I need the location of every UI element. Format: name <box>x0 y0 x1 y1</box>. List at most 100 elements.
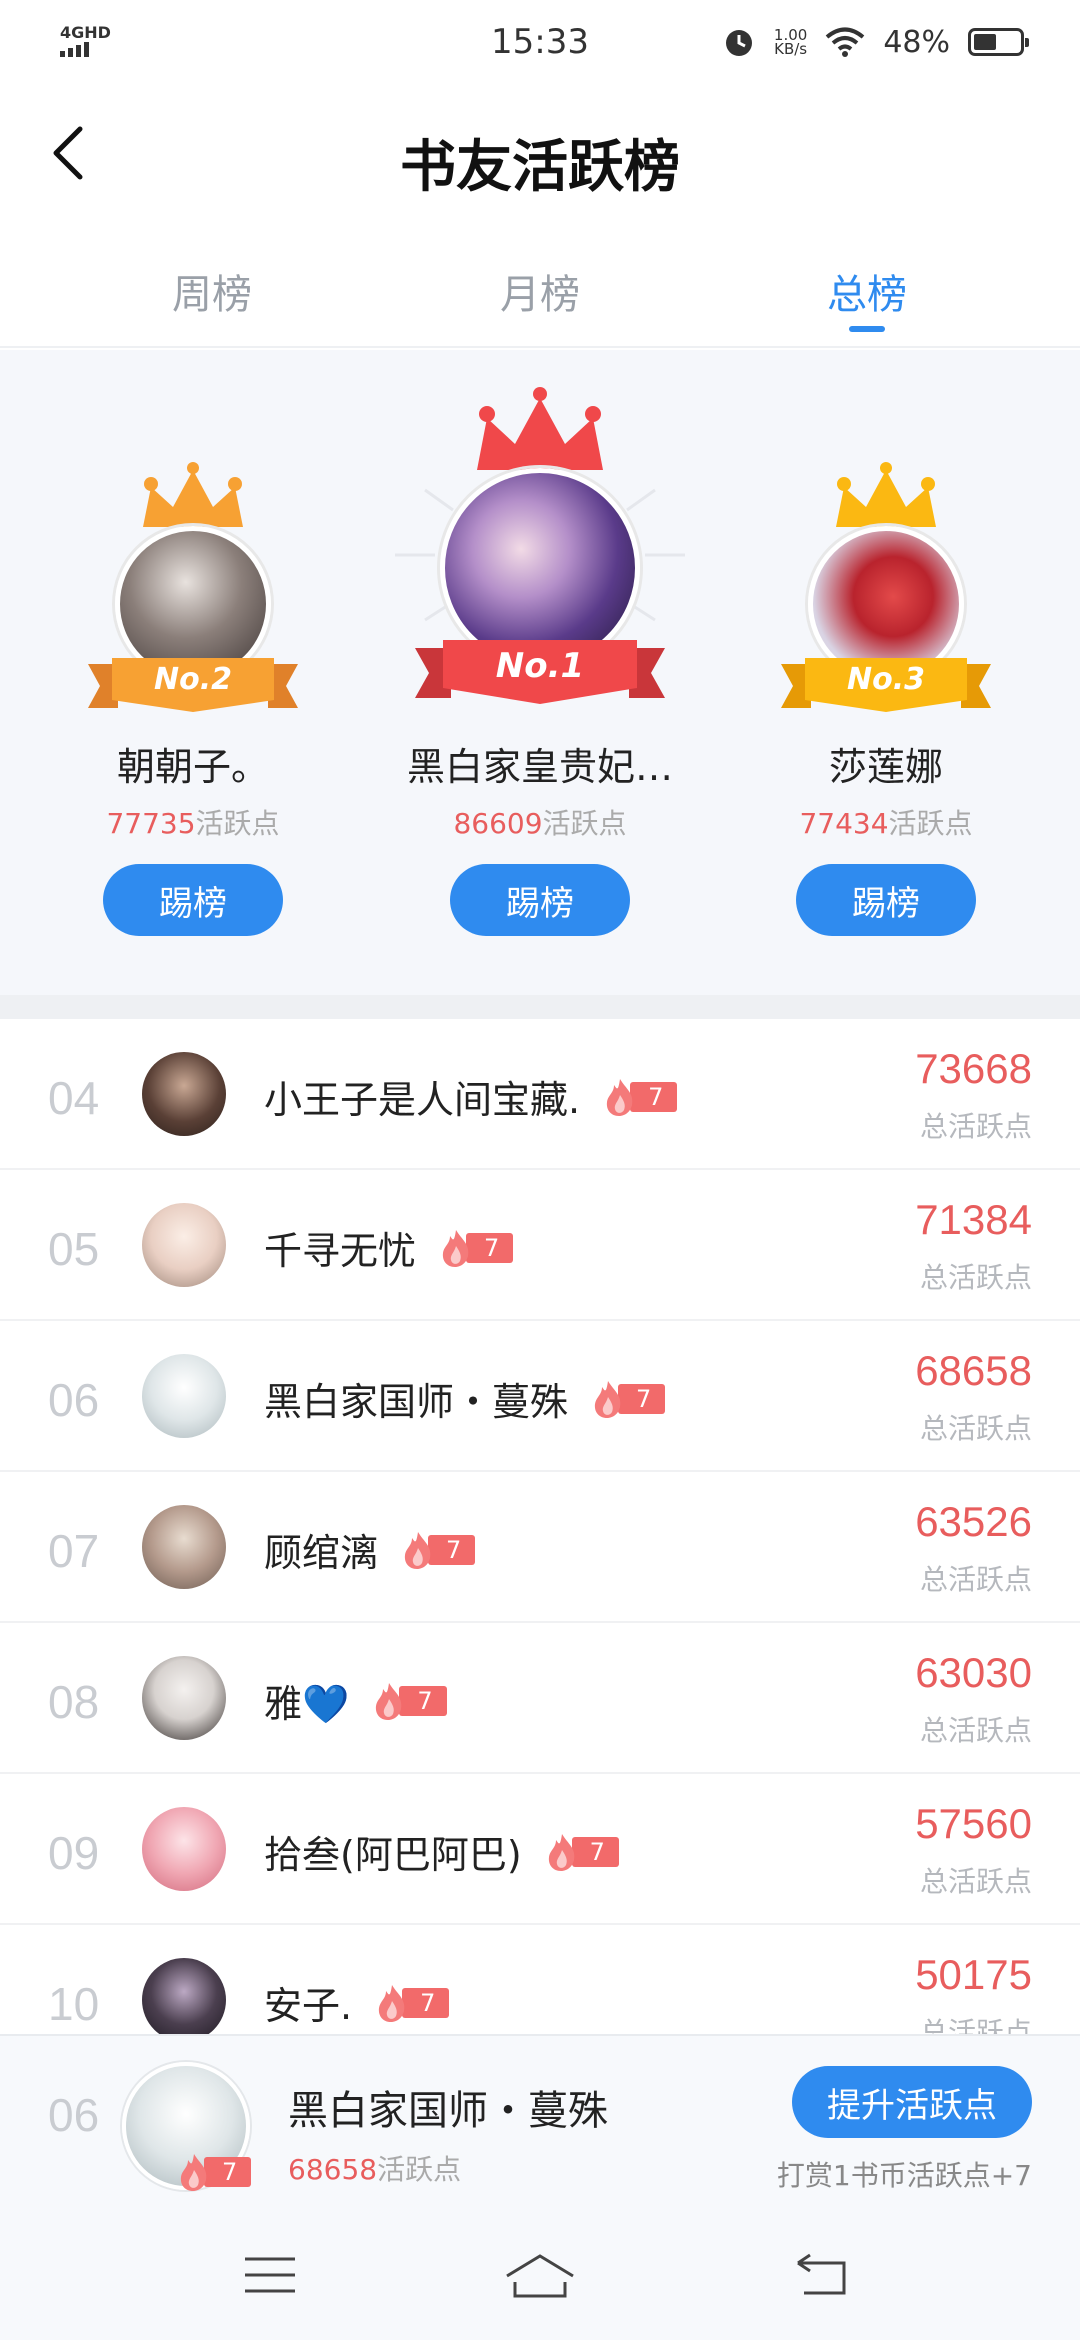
rank-number: 10 <box>48 1978 100 2030</box>
podium-name: 朝朝子。 <box>116 745 269 789</box>
podium-points: 77735活跃点 <box>106 807 280 840</box>
rank-label: No.2 <box>154 662 232 697</box>
level-badge: 7 <box>374 1984 450 2022</box>
level-badge: 7 <box>438 1229 514 1267</box>
table-row[interactable]: 07 顾绾漓 7 63526 总活跃点 <box>0 1472 1080 1623</box>
my-ranking-bar: 06 7 黑白家国师・蔓殊 68658活跃点 提升活跃点 打赏1书币活跃点+7 <box>0 2034 1080 2210</box>
user-name: 雅💙 <box>264 1682 350 1726</box>
rank-number: 06 <box>48 1374 100 1426</box>
status-bar: 4GHD 15:33 1.00 KB/s 48% <box>0 0 1080 84</box>
table-row[interactable]: 05 千寻无忧 7 71384 总活跃点 <box>0 1170 1080 1321</box>
score: 73668 <box>915 1045 1032 1092</box>
podium-name: 黑白家皇贵妃… <box>406 745 673 789</box>
avatar[interactable] <box>142 1505 226 1589</box>
score: 63030 <box>915 1649 1032 1696</box>
boost-hint: 打赏1书币活跃点+7 <box>776 2159 1032 2192</box>
score: 57560 <box>915 1800 1032 1847</box>
score: 68658 <box>915 1347 1032 1394</box>
period-tabs: 周榜 月榜 总榜 <box>0 238 1080 348</box>
app-header: 书友活跃榜 <box>0 100 1080 210</box>
user-name: 顾绾漓 <box>264 1531 379 1575</box>
avatar[interactable] <box>142 1052 226 1136</box>
active-tab-indicator <box>849 326 885 332</box>
podium-rank-1: No.1 黑白家皇贵妃… 86609活跃点 踢榜 <box>390 350 690 995</box>
score-label: 总活跃点 <box>919 1412 1032 1445</box>
flame-icon <box>548 1833 574 1871</box>
table-row[interactable]: 09 拾叁(阿巴阿巴) 7 57560 总活跃点 <box>0 1774 1080 1925</box>
my-name: 黑白家国师・蔓殊 <box>288 2088 608 2134</box>
table-row[interactable]: 04 小王子是人间宝藏. 7 73668 总活跃点 <box>0 1019 1080 1170</box>
rank-number: 05 <box>48 1223 100 1275</box>
level-badge: 7 <box>371 1682 447 1720</box>
score: 50175 <box>915 1951 1032 1998</box>
rank-number: 08 <box>48 1676 100 1728</box>
avatar[interactable] <box>142 1807 226 1891</box>
level-badge: 7 <box>602 1078 678 1116</box>
podium-points: 77434活跃点 <box>799 807 973 840</box>
kick-button[interactable]: 踢榜 <box>796 864 976 936</box>
podium-rank-3: No.3 莎莲娜 77434活跃点 踢榜 <box>736 350 1036 995</box>
rank-number: 09 <box>48 1827 100 1879</box>
score: 63526 <box>915 1498 1032 1545</box>
table-row[interactable]: 10 安子. 7 50175 总活跃点 <box>0 1925 1080 2034</box>
crown-icon <box>143 462 243 527</box>
level-badge: 7 <box>176 2154 252 2191</box>
section-divider <box>0 995 1080 1019</box>
kick-button[interactable]: 踢榜 <box>103 864 283 936</box>
rank-number: 07 <box>48 1525 100 1577</box>
score-label: 总活跃点 <box>919 2016 1032 2034</box>
top-three-podium: No.2 朝朝子。 77735活跃点 踢榜 No.1 黑白家皇贵妃… 86609… <box>0 350 1080 995</box>
battery-icon <box>968 28 1029 56</box>
my-points: 68658活跃点 <box>288 2153 462 2186</box>
avatar[interactable] <box>142 1656 226 1740</box>
user-name: 安子. <box>264 1984 353 2028</box>
flame-icon <box>606 1078 633 1116</box>
home-button[interactable] <box>500 2240 580 2310</box>
score-label: 总活跃点 <box>919 1110 1032 1143</box>
user-name: 小王子是人间宝藏. <box>264 1078 581 1122</box>
my-rank-number: 06 <box>48 2089 100 2141</box>
system-nav-bar <box>0 2210 1080 2340</box>
home-icon <box>506 2254 574 2298</box>
user-name: 黑白家国师・蔓殊 <box>264 1380 569 1424</box>
tab-monthly[interactable]: 月榜 <box>450 262 630 320</box>
table-row[interactable]: 08 雅💙 7 63030 总活跃点 <box>0 1623 1080 1774</box>
flame-icon <box>180 2154 207 2191</box>
user-name: 千寻无忧 <box>264 1229 417 1273</box>
rank-number: 04 <box>48 1072 100 1124</box>
return-icon <box>797 2253 846 2295</box>
flame-icon <box>594 1380 621 1418</box>
flame-icon <box>442 1229 469 1267</box>
avatar[interactable] <box>142 1203 226 1287</box>
table-row[interactable]: 06 黑白家国师・蔓殊 7 68658 总活跃点 <box>0 1321 1080 1472</box>
score-label: 总活跃点 <box>919 1865 1032 1898</box>
podium-rank-2: No.2 朝朝子。 77735活跃点 踢榜 <box>43 350 343 995</box>
podium-points: 86609活跃点 <box>453 807 627 840</box>
rank-label: No.1 <box>495 646 585 686</box>
flame-icon <box>404 1531 431 1569</box>
level-badge: 7 <box>544 1833 619 1871</box>
avatar[interactable] <box>142 1354 226 1438</box>
score-label: 总活跃点 <box>919 1714 1032 1747</box>
score-label: 总活跃点 <box>919 1261 1032 1294</box>
flame-icon <box>378 1984 405 2022</box>
clock: 15:33 <box>491 22 589 62</box>
level-badge: 7 <box>590 1380 666 1418</box>
avatar[interactable] <box>142 1958 226 2034</box>
user-name: 拾叁(阿巴阿巴) <box>264 1833 522 1877</box>
level-badge: 7 <box>400 1531 476 1569</box>
menu-button[interactable] <box>230 2240 310 2310</box>
tab-weekly[interactable]: 周榜 <box>122 262 302 320</box>
score: 71384 <box>915 1196 1032 1243</box>
page-title: 书友活跃榜 <box>400 134 680 200</box>
rank-label: No.3 <box>847 662 925 697</box>
tab-total[interactable]: 总榜 <box>777 262 957 320</box>
flame-icon <box>376 1682 402 1720</box>
score-label: 总活跃点 <box>919 1563 1032 1596</box>
back-nav-button[interactable] <box>782 2240 862 2310</box>
ranking-list[interactable]: 04 小王子是人间宝藏. 7 73668 总活跃点 05 千寻无忧 7 7138… <box>0 1019 1080 2034</box>
boost-activity-button[interactable]: 提升活跃点 <box>792 2066 1032 2138</box>
kick-button[interactable]: 踢榜 <box>450 864 630 936</box>
podium-name: 莎莲娜 <box>828 745 943 789</box>
crown-icon <box>836 462 936 527</box>
